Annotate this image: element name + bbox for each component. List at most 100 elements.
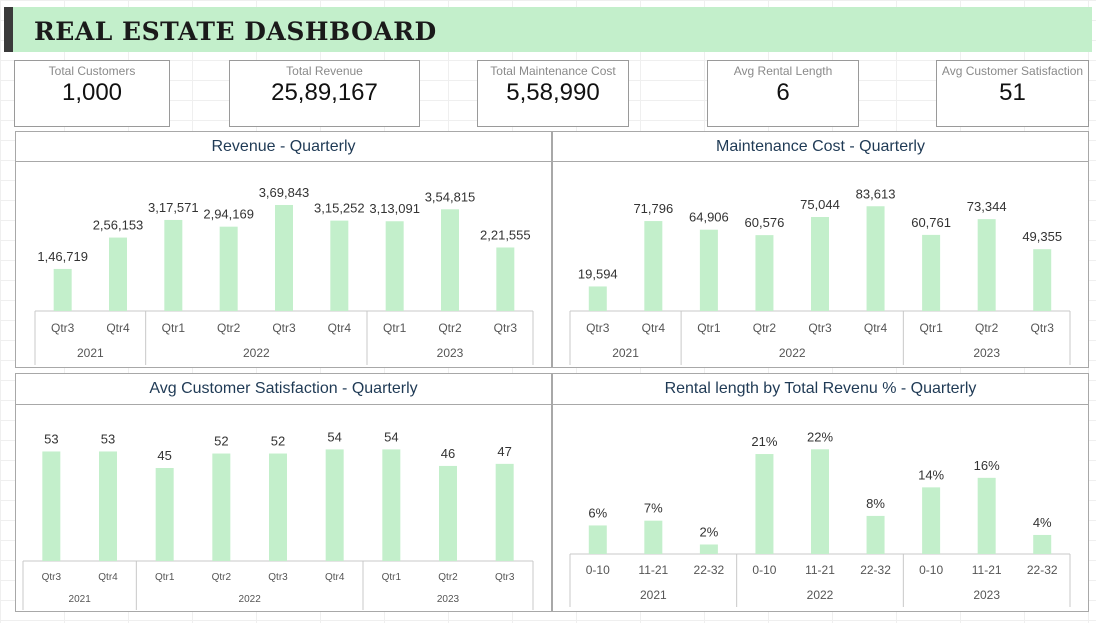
tick-label: Qtr1 — [155, 572, 175, 583]
bar[interactable] — [164, 219, 183, 311]
kpi-label: Total Maintenance Cost — [490, 64, 616, 78]
tick-label: Qtr1 — [919, 321, 943, 335]
bar[interactable] — [811, 449, 829, 554]
kpi-total-customers[interactable]: Total Customers 1,000 — [14, 60, 170, 127]
bar[interactable] — [441, 209, 459, 311]
bar[interactable] — [495, 463, 514, 561]
tick-label: Qtr2 — [217, 321, 241, 335]
tick-label: 22-32 — [860, 563, 891, 577]
tick-label: Qtr4 — [642, 321, 666, 335]
bar[interactable] — [330, 220, 349, 311]
kpi-total-revenue[interactable]: Total Revenue 25,89,167 — [229, 60, 420, 127]
data-label: 3,17,571 — [148, 200, 199, 215]
chart-title-revenue: Revenue - Quarterly — [15, 131, 552, 162]
group-label: 2022 — [239, 594, 262, 605]
bar[interactable] — [496, 247, 515, 311]
bar[interactable] — [588, 525, 607, 554]
tick-label: Qtr2 — [438, 321, 462, 335]
data-label: 8% — [866, 496, 885, 511]
data-label: 3,13,091 — [369, 201, 420, 216]
bar[interactable] — [99, 451, 117, 561]
bar[interactable] — [1033, 249, 1052, 311]
tick-label: Qtr2 — [212, 572, 232, 583]
data-label: 60,761 — [911, 215, 951, 230]
maintenance-chart-panel[interactable]: 2021 2022 2023 19,594 Qtr3 71,796 Qtr4 64,906 Qt… — [552, 161, 1089, 368]
bar[interactable] — [439, 465, 457, 561]
data-label: 53 — [101, 431, 115, 446]
data-label: 83,613 — [856, 186, 896, 201]
tick-label: 11-21 — [972, 563, 1002, 577]
bar[interactable] — [109, 237, 127, 311]
bar[interactable] — [1033, 534, 1052, 554]
satisfaction-chart-panel[interactable]: 2021 2022 2023 53 Qtr3 53 Qtr4 45 Qtr1 52 Qtr2 52 Qt… — [15, 404, 552, 612]
data-label: 71,796 — [633, 201, 673, 216]
bar[interactable] — [325, 449, 344, 561]
kpi-total-maintenance-cost[interactable]: Total Maintenance Cost 5,58,990 — [477, 60, 629, 127]
title-accent — [4, 7, 13, 52]
bar[interactable] — [755, 235, 774, 311]
tick-label: Qtr2 — [753, 321, 777, 335]
tick-label: Qtr3 — [495, 572, 515, 583]
data-label: 54 — [384, 429, 398, 444]
tick-label: Qtr3 — [272, 321, 296, 335]
revenue-chart-panel[interactable]: 2021 2022 2023 1,46,719 Qtr3 2,56,153 Qtr4 3,17… — [15, 161, 552, 368]
bar[interactable] — [219, 226, 238, 311]
group-label: 2023 — [973, 346, 1000, 360]
kpi-label: Avg Rental Length — [733, 64, 833, 78]
tick-label: 11-21 — [638, 563, 668, 577]
kpi-label: Avg Customer Satisfaction — [941, 64, 1084, 78]
kpi-label: Total Revenue — [286, 64, 363, 78]
tick-label: Qtr3 — [51, 321, 75, 335]
bar[interactable] — [922, 234, 941, 311]
bar[interactable] — [977, 477, 996, 554]
tick-label: 0-10 — [586, 563, 610, 577]
tick-label: Qtr1 — [697, 321, 721, 335]
data-label: 16% — [974, 458, 1000, 473]
bar[interactable] — [385, 221, 404, 311]
data-label: 14% — [918, 467, 944, 482]
bar[interactable] — [269, 453, 287, 561]
bar[interactable] — [275, 204, 293, 311]
bar[interactable] — [977, 219, 996, 311]
data-label: 52 — [271, 434, 285, 449]
kpi-avg-rental-length[interactable]: Avg Rental Length 6 — [707, 60, 859, 127]
tick-label: Qtr4 — [328, 321, 352, 335]
tick-label: Qtr2 — [975, 321, 999, 335]
tick-label: Qtr4 — [864, 321, 888, 335]
bar[interactable] — [212, 453, 231, 561]
kpi-value: 51 — [999, 79, 1026, 106]
data-label: 64,906 — [689, 210, 729, 225]
bar[interactable] — [811, 216, 829, 311]
data-label: 3,69,843 — [259, 185, 310, 200]
data-label: 3,15,252 — [314, 201, 365, 216]
bar[interactable] — [53, 268, 72, 311]
rental-length-chart-panel[interactable]: 2021 2022 2023 6% 0-10 7% 11-21 2% 22-32 21% 0-10 2… — [552, 404, 1089, 612]
data-label: 54 — [327, 429, 341, 444]
chart-title-maintenance: Maintenance Cost - Quarterly — [552, 131, 1089, 162]
bar[interactable] — [42, 451, 61, 561]
group-label: 2021 — [69, 594, 92, 605]
kpi-value: 5,58,990 — [506, 79, 600, 106]
bar[interactable] — [155, 468, 174, 561]
group-label: 2021 — [612, 346, 639, 360]
bar[interactable] — [866, 515, 885, 554]
data-label: 21% — [751, 434, 777, 449]
bar[interactable] — [699, 229, 718, 311]
kpi-avg-customer-satisfaction[interactable]: Avg Customer Satisfaction 51 — [936, 60, 1089, 127]
tick-label: Qtr4 — [106, 321, 130, 335]
maintenance-chart: 2021 2022 2023 19,594 Qtr3 71,796 Qtr4 64,906 Qt… — [569, 186, 1071, 365]
bar[interactable] — [755, 454, 774, 554]
bar[interactable] — [644, 221, 663, 311]
bar[interactable] — [699, 544, 718, 554]
chart-title-satisfaction: Avg Customer Satisfaction - Quarterly — [15, 373, 552, 405]
bar[interactable] — [382, 449, 401, 561]
bar[interactable] — [644, 520, 663, 554]
group-label: 2022 — [243, 346, 270, 360]
bar[interactable] — [866, 206, 885, 311]
data-label: 3,54,815 — [425, 189, 476, 204]
dashboard-title: REAL ESTATE DASHBOARD — [34, 17, 437, 46]
kpi-value: 1,000 — [61, 79, 123, 106]
bar[interactable] — [922, 487, 941, 554]
tick-label: Qtr1 — [383, 321, 407, 335]
bar[interactable] — [588, 286, 607, 311]
